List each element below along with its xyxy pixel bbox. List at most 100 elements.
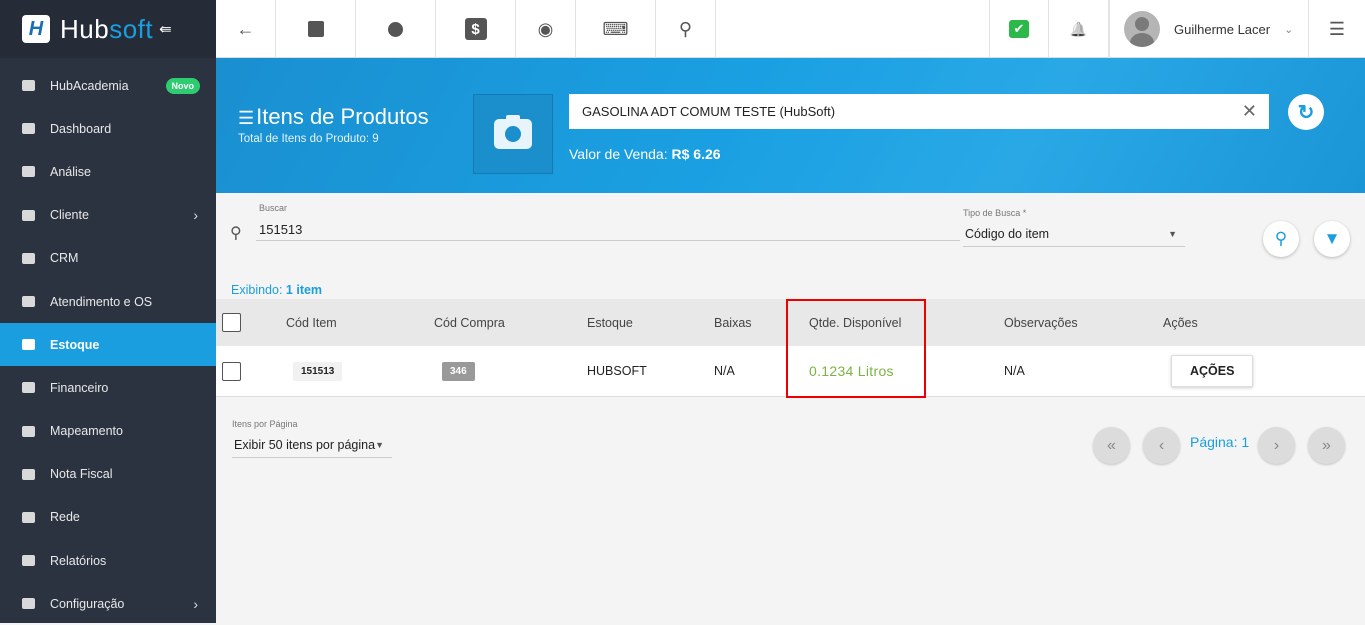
terminal-button[interactable]: ⌨ [576, 0, 656, 58]
search-button[interactable]: ⚲ [1263, 221, 1299, 257]
menu-button[interactable]: ☰ [1309, 0, 1365, 58]
sidebar-item-hubacademia[interactable]: HubAcademia Novo [0, 64, 216, 107]
first-page-button[interactable]: « [1093, 427, 1130, 464]
eye-icon: ◉ [537, 18, 554, 39]
col-cod-compra[interactable]: Cód Compra [434, 316, 505, 330]
col-qtde-disponivel[interactable]: Qtde. Disponível [809, 316, 901, 330]
user-name: Guilherme Lacer [1174, 21, 1271, 37]
observacoes-cell: N/A [1004, 364, 1025, 378]
chevron-right-icon: › [193, 595, 198, 612]
last-page-button[interactable]: » [1308, 427, 1345, 464]
sidebar-menu: HubAcademia Novo Dashboard Análise Client… [0, 64, 216, 625]
sidebar-item-cliente[interactable]: Cliente › [0, 194, 216, 237]
sidebar-item-nota-fiscal[interactable]: Nota Fiscal [0, 453, 216, 496]
sidebar-item-mapeamento[interactable]: Mapeamento [0, 410, 216, 453]
search-icon: ⚲ [678, 18, 693, 39]
estoque-cell: HUBSOFT [587, 364, 647, 378]
view-button[interactable]: ◉ [516, 0, 576, 58]
dashboard-icon [22, 123, 35, 135]
qtde-cell: 0.1234 Litros [809, 363, 894, 379]
search-type-label: Tipo de Busca * [963, 208, 1027, 218]
money-icon [22, 382, 35, 394]
sidebar-item-rede[interactable]: Rede [0, 496, 216, 539]
notifications-button[interactable]: 🔔 [1049, 0, 1109, 58]
col-cod-item[interactable]: Cód Item [286, 316, 337, 330]
logo[interactable]: H Hubsoft ⇚ [0, 0, 216, 58]
search-input[interactable] [256, 219, 960, 241]
server-icon [22, 511, 35, 523]
product-photo[interactable] [473, 94, 553, 174]
sidebar-item-financeiro[interactable]: Financeiro [0, 366, 216, 409]
pie-chart-icon [22, 166, 35, 178]
list-icon: ☰ [238, 108, 255, 128]
col-estoque[interactable]: Estoque [587, 316, 633, 330]
refresh-icon: ↻ [1297, 101, 1315, 124]
caret-down-icon: ▼ [1168, 229, 1177, 239]
col-acoes: Ações [1163, 315, 1198, 330]
search-label: Buscar [259, 203, 288, 213]
document-icon [22, 468, 35, 480]
table-header: Cód Item Cód Compra Estoque Baixas Qtde.… [216, 299, 1365, 346]
contact-card-icon [307, 21, 324, 37]
finance-button[interactable]: $ [436, 0, 516, 58]
search-type-select[interactable]: Código do item ▼ [963, 223, 1185, 247]
sidebar-item-analise[interactable]: Análise [0, 150, 216, 193]
double-chevron-right-icon: » [1322, 436, 1331, 454]
sidebar-item-estoque[interactable]: Estoque [0, 323, 216, 367]
calendar-clock-icon [388, 21, 403, 37]
new-badge: Novo [165, 77, 200, 94]
sidebar-item-configuracao[interactable]: Configuração › [0, 582, 216, 625]
gear-icon [22, 598, 35, 610]
schedule-button[interactable] [356, 0, 436, 58]
board-icon [22, 252, 35, 264]
sidebar-item-atendimento[interactable]: Atendimento e OS [0, 280, 216, 323]
chevron-down-icon: ⌄ [1284, 23, 1294, 36]
col-observacoes[interactable]: Observações [1004, 316, 1078, 330]
terminal-icon: ⌨ [602, 18, 629, 39]
chevron-left-icon: ‹ [1158, 436, 1165, 454]
sidebar-item-dashboard[interactable]: Dashboard [0, 107, 216, 150]
avatar [1124, 11, 1160, 47]
per-page-select[interactable]: Exibir 50 itens por página ▼ [232, 434, 392, 458]
double-chevron-left-icon: « [1107, 436, 1116, 454]
acoes-button[interactable]: AÇÕES [1171, 355, 1254, 387]
sidebar-item-crm[interactable]: CRM [0, 237, 216, 280]
contacts-button[interactable] [276, 0, 356, 58]
select-all-checkbox[interactable] [222, 313, 241, 332]
collapse-sidebar-icon[interactable]: ⇚ [159, 20, 172, 38]
logo-icon: H [22, 15, 50, 43]
back-button[interactable]: ← [216, 0, 276, 58]
next-page-button[interactable]: › [1258, 427, 1295, 464]
chevron-right-icon: › [193, 207, 198, 224]
book-icon [22, 80, 35, 92]
user-menu[interactable]: Guilherme Lacer ⌄ [1109, 0, 1309, 58]
table-row: 151513 346 HUBSOFT N/A 0.1234 Litros N/A… [216, 346, 1365, 397]
col-baixas[interactable]: Baixas [714, 316, 752, 330]
page-subtitle: Total de Itens do Produto: 9 [238, 133, 379, 145]
global-search-button[interactable]: ⚲ [656, 0, 716, 58]
check-message-icon: ✔ [1009, 20, 1029, 38]
page-title: ☰Itens de Produtos [238, 104, 429, 129]
cod-compra-tag: 346 [442, 361, 475, 381]
bell-icon: 🔔 [1069, 20, 1088, 37]
top-toolbar: ← $ ◉ ⌨ ⚲ ✔ 🔔 Guilherme Lacer ⌄ ☰ [216, 0, 1365, 58]
calendar-clock-icon [22, 296, 35, 308]
sidebar-item-relatorios[interactable]: Relatórios [0, 539, 216, 582]
per-page-label: Itens por Página [232, 419, 298, 429]
refresh-button[interactable]: ↻ [1288, 94, 1324, 130]
tasks-button[interactable]: ✔ [989, 0, 1049, 58]
row-checkbox[interactable] [222, 361, 241, 381]
contact-icon [22, 209, 35, 221]
page-indicator: Página: 1 [1190, 434, 1250, 450]
filter-icon: ▼ [1323, 229, 1341, 248]
product-field[interactable]: GASOLINA ADT COMUM TESTE (HubSoft) ✕ [569, 94, 1269, 129]
clear-icon[interactable]: ✕ [1242, 101, 1257, 122]
dollar-icon: $ [464, 18, 487, 40]
cod-item-tag: 151513 [293, 361, 343, 381]
filter-button[interactable]: ▼ [1314, 221, 1350, 257]
result-count: Exibindo: 1 item [231, 283, 323, 297]
search-panel: ⚲ Buscar Tipo de Busca * Código do item … [216, 193, 1365, 297]
prev-page-button[interactable]: ‹ [1143, 427, 1180, 464]
caret-down-icon: ▼ [375, 440, 384, 450]
report-icon [22, 555, 35, 567]
